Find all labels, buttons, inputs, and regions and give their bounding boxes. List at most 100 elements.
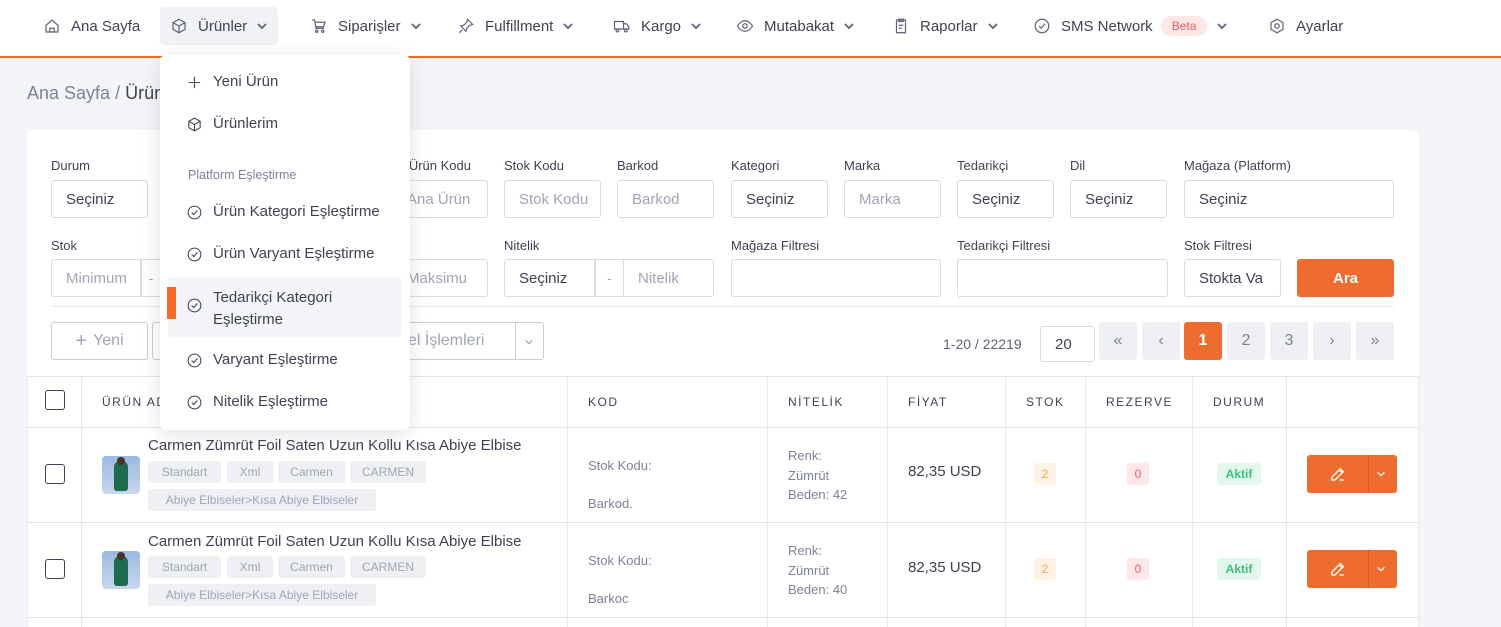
- dropdown-my-products[interactable]: Ürünlerim: [186, 115, 278, 133]
- next-page-button[interactable]: ›: [1313, 322, 1351, 360]
- filter-stok-kodu-input[interactable]: Stok Kodu: [504, 180, 601, 218]
- header-stok[interactable]: STOK: [1026, 376, 1064, 428]
- nav-reconciliation[interactable]: Mutabakat: [736, 7, 855, 45]
- dropdown-category-mapping[interactable]: Ürün Kategori Eşleştirme: [186, 203, 380, 221]
- header-rezerve[interactable]: REZERVE: [1106, 376, 1173, 428]
- product-thumbnail[interactable]: [102, 551, 140, 589]
- dropdown-variant-mapping[interactable]: Ürün Varyant Eşleştirme: [186, 245, 374, 263]
- nav-sms-network-label: SMS Network: [1061, 17, 1153, 35]
- filter-barkod-input[interactable]: Barkod: [617, 180, 714, 218]
- nav-home[interactable]: Ana Sayfa: [43, 7, 140, 45]
- price-text: 82,35 USD: [908, 463, 982, 480]
- nitelik-text: Renk: Zümrüt Beden: 40: [788, 541, 847, 600]
- col-divider: [887, 376, 888, 627]
- prev-page-button[interactable]: ‹: [1142, 322, 1180, 360]
- product-name[interactable]: Carmen Zümrüt Foil Saten Uzun Kollu Kısa…: [148, 437, 522, 454]
- nav-cargo[interactable]: Kargo: [613, 7, 702, 45]
- page-1-button[interactable]: 1: [1184, 322, 1222, 360]
- col-divider: [767, 376, 768, 627]
- new-product-label: Yeni: [93, 332, 124, 349]
- header-durum[interactable]: DURUM: [1213, 376, 1265, 428]
- box-icon: [172, 18, 186, 34]
- nav-fulfillment-label: Fulfillment: [485, 17, 554, 35]
- dropdown-variant-matching[interactable]: Varyant Eşleştirme: [186, 351, 338, 369]
- row-checkbox[interactable]: [45, 464, 65, 484]
- col-divider: [27, 376, 28, 627]
- filter-stok-filtresi-select[interactable]: Stokta Va: [1184, 259, 1281, 297]
- select-all-checkbox[interactable]: [45, 390, 65, 410]
- product-tag: Carmen: [278, 461, 345, 483]
- beta-badge: Beta: [1160, 16, 1208, 36]
- filter-magaza-filtresi-select[interactable]: [731, 259, 941, 297]
- search-button[interactable]: Ara: [1297, 259, 1394, 297]
- first-page-button[interactable]: «: [1099, 322, 1137, 360]
- filter-durum-select[interactable]: Seçiniz: [51, 180, 148, 218]
- home-icon: [45, 19, 59, 33]
- nav-products[interactable]: Ürünler: [160, 7, 279, 45]
- last-page-button[interactable]: »: [1356, 322, 1394, 360]
- row-checkbox[interactable]: [45, 559, 65, 579]
- page-2-button[interactable]: 2: [1227, 322, 1265, 360]
- plus-icon: [188, 76, 201, 89]
- bulk-actions-split: [515, 323, 516, 359]
- page-3-button[interactable]: 3: [1270, 322, 1308, 360]
- nav-fulfillment[interactable]: Fulfillment: [457, 7, 574, 45]
- barkod-text: Barkoc: [588, 591, 629, 606]
- product-name[interactable]: Carmen Zümrüt Foil Saten Uzun Kollu Kısa…: [148, 533, 522, 550]
- filter-tedarikci-select[interactable]: Seçiniz: [957, 180, 1054, 218]
- filter-kategori-select[interactable]: Seçiniz: [731, 180, 828, 218]
- product-thumbnail[interactable]: [102, 456, 140, 494]
- breadcrumb: Ana Sayfa / Ürün: [27, 83, 164, 104]
- filter-marka-label: Marka: [844, 158, 881, 173]
- header-kod[interactable]: KOD: [588, 376, 619, 428]
- row-actions-button[interactable]: [1307, 550, 1397, 588]
- filter-tedarikci-filtresi-select[interactable]: [957, 259, 1168, 297]
- nav-reports-label: Raporlar: [920, 17, 978, 35]
- dropdown-new-product[interactable]: Yeni Ürün: [186, 73, 278, 91]
- filter-dil-select[interactable]: Seçiniz: [1070, 180, 1167, 218]
- row-actions-button[interactable]: [1307, 455, 1397, 493]
- nav-orders[interactable]: Siparişler: [310, 7, 422, 45]
- page-size-input[interactable]: 20: [1040, 326, 1095, 362]
- dropdown-my-products-label: Ürünlerim: [213, 115, 279, 132]
- actions-split: [1368, 455, 1369, 493]
- header-fiyat[interactable]: FİYAT: [908, 376, 948, 428]
- edit-icon: [1331, 562, 1345, 576]
- product-tag: Standart: [148, 461, 221, 483]
- chevron-down-icon[interactable]: [1376, 469, 1386, 479]
- dropdown-supplier-category-mapping[interactable]: Tedarikçi Kategori Eşleştirme: [186, 287, 361, 331]
- filter-magaza-select[interactable]: Seçiniz: [1184, 180, 1394, 218]
- chevron-down-icon[interactable]: [1376, 564, 1386, 574]
- chevron-down-icon: [410, 23, 421, 30]
- breadcrumb-home[interactable]: Ana Sayfa: [27, 83, 110, 103]
- product-tag: Carmen: [278, 556, 345, 578]
- nitelik-line: Beden: 42: [788, 487, 848, 502]
- dropdown-attribute-mapping[interactable]: Nitelik Eşleştirme: [186, 393, 328, 411]
- filter-stok-min-input[interactable]: Minimum: [51, 259, 141, 297]
- stok-kodu-text: Stok Kodu:: [588, 458, 652, 473]
- top-navbar: Ana Sayfa Ürünler Siparişler Fulfillment…: [0, 0, 1501, 58]
- col-divider: [1286, 376, 1287, 627]
- filter-nitelik-select[interactable]: Seçiniz: [504, 259, 595, 297]
- filter-magaza-filtresi-label: Mağaza Filtresi: [731, 238, 820, 253]
- new-product-button[interactable]: + Yeni: [51, 322, 148, 360]
- filter-stok-label: Stok: [51, 238, 78, 253]
- header-urun-adi[interactable]: ÜRÜN AD: [102, 376, 167, 428]
- nav-reports[interactable]: Raporlar: [892, 7, 999, 45]
- dropdown-active-marker: [167, 287, 176, 319]
- filter-marka-input[interactable]: Marka: [844, 180, 941, 218]
- check-circle-icon: [1034, 18, 1050, 34]
- price-text: 82,35 USD: [908, 559, 982, 576]
- dropdown-new-product-label: Yeni Ürün: [213, 73, 279, 90]
- header-nitelik[interactable]: NİTELİK: [788, 376, 844, 428]
- bulk-actions-button[interactable]: cel İşlemleri: [390, 322, 544, 360]
- chevron-down-icon: [563, 23, 573, 30]
- nav-settings[interactable]: Ayarlar: [1268, 7, 1343, 45]
- truck-icon: [613, 20, 630, 33]
- products-dropdown-menu: Yeni Ürün Ürünlerim Platform Eşleştirme …: [160, 55, 410, 430]
- filter-nitelik-input[interactable]: Nitelik: [624, 259, 714, 297]
- settings-hex-icon: [1270, 18, 1284, 34]
- filter-stok-filtresi-label: Stok Filtresi: [1184, 238, 1252, 253]
- nitelik-text: Renk: Zümrüt Beden: 42: [788, 446, 847, 505]
- nav-sms-network[interactable]: SMS Network Beta: [1033, 7, 1228, 45]
